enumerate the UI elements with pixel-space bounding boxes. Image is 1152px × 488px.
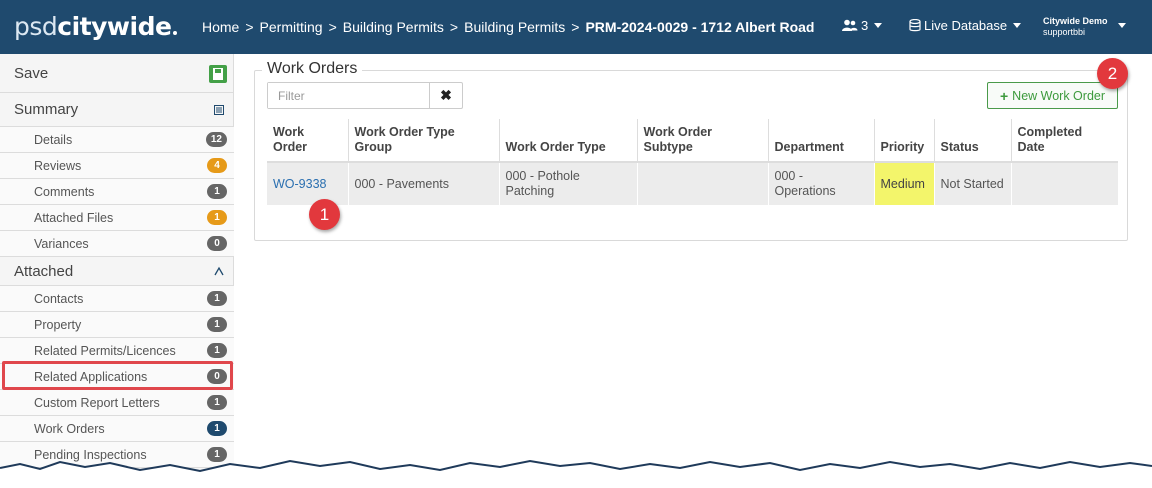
users-icon <box>842 19 858 31</box>
database-dropdown[interactable]: Live Database <box>909 18 1022 33</box>
table-cell: 000 - Pothole Patching <box>498 162 637 205</box>
attached-label: Attached <box>14 262 74 280</box>
new-work-order-button[interactable]: + New Work Order <box>987 82 1118 109</box>
column-header[interactable]: Work Order Type <box>498 119 637 163</box>
breadcrumb-separator: > <box>571 19 580 35</box>
save-icon <box>209 65 227 83</box>
breadcrumb-separator: > <box>328 19 337 35</box>
sidebar-item-label: Custom Report Letters <box>34 395 160 410</box>
sidebar-item-attached-files[interactable]: Attached Files 1 <box>0 205 234 231</box>
sidebar: Save Summary Details 12 Reviews 4 Commen… <box>0 54 234 488</box>
table-row[interactable]: WO-9338 000 - Pavements 000 - Pothole Pa… <box>267 162 1118 205</box>
count-badge: 1 <box>207 184 227 199</box>
logo-text-bold: citywide <box>57 12 172 41</box>
user-login: supportbbi <box>1043 27 1086 37</box>
work-order-link[interactable]: WO-9338 <box>267 162 348 205</box>
sidebar-item-label: Work Orders <box>34 421 105 436</box>
sidebar-item-label: Contacts <box>34 291 84 306</box>
callout-badge: 2 <box>1097 58 1128 89</box>
table-cell <box>636 162 768 205</box>
database-icon <box>909 19 921 32</box>
column-header[interactable]: Priority <box>873 119 934 163</box>
breadcrumb-separator: > <box>449 19 459 35</box>
count-badge: 1 <box>207 291 227 306</box>
work-orders-table: Work Order Work Order Type Group Work Or… <box>267 119 1118 205</box>
count-badge: 1 <box>207 421 227 436</box>
column-header[interactable]: Work Order Type Group <box>347 119 499 163</box>
table-cell: 000 - Pavements <box>347 162 499 205</box>
sidebar-item-contacts[interactable]: Contacts 1 <box>0 286 234 312</box>
sidebar-item-label: Reviews <box>34 158 82 173</box>
table-cell: 000 - Operations <box>767 162 874 205</box>
section-title: Work Orders <box>262 60 363 78</box>
clear-filter-icon[interactable]: ✖ <box>430 83 462 108</box>
count-badge: 1 <box>207 395 227 410</box>
users-count: 3 <box>861 18 869 33</box>
column-header[interactable]: Department <box>767 119 874 163</box>
psd-citywide-logo[interactable]: psd citywide <box>14 12 178 42</box>
logo-text-light: psd <box>14 12 58 41</box>
count-badge: 0 <box>207 236 227 251</box>
chevron-down-icon[interactable] <box>1118 23 1126 28</box>
user-name: Citywide Demo <box>1043 16 1108 26</box>
sidebar-item-label: Attached Files <box>34 210 114 225</box>
sidebar-item-reviews[interactable]: Reviews 4 <box>0 153 234 179</box>
breadcrumb-building-permits-2[interactable]: Building Permits <box>464 19 565 35</box>
sidebar-item-label: Details <box>34 132 73 147</box>
users-dropdown[interactable]: 3 <box>842 18 883 33</box>
save-button[interactable]: Save <box>0 54 234 93</box>
count-badge: 1 <box>207 317 227 332</box>
priority-cell: Medium <box>873 162 934 205</box>
filter-input[interactable] <box>268 83 430 108</box>
breadcrumb-separator: > <box>245 19 254 35</box>
sidebar-item-details[interactable]: Details 12 <box>0 127 234 153</box>
count-badge: 1 <box>207 343 227 358</box>
table-header-row: Work Order Work Order Type Group Work Or… <box>267 119 1118 163</box>
summary-section-header[interactable]: Summary <box>0 93 234 127</box>
breadcrumb: Home > Permitting > Building Permits > B… <box>202 19 820 35</box>
chevron-down-icon <box>874 23 883 28</box>
filter-group: ✖ <box>267 82 463 109</box>
sidebar-item-property[interactable]: Property 1 <box>0 312 234 338</box>
summary-label: Summary <box>14 101 79 118</box>
breadcrumb-home[interactable]: Home <box>202 19 239 35</box>
torn-edge-decoration <box>0 459 1152 488</box>
database-label: Live Database <box>924 18 1008 33</box>
callout-badge: 1 <box>309 199 340 230</box>
sidebar-item-label: Property <box>34 317 82 332</box>
breadcrumb-building-permits[interactable]: Building Permits <box>343 19 444 35</box>
sidebar-item-work-orders[interactable]: Work Orders 1 <box>0 416 234 442</box>
count-badge: 12 <box>205 132 227 147</box>
sidebar-item-label: Related Permits/Licences <box>34 343 176 358</box>
sidebar-item-custom-report-letters[interactable]: Custom Report Letters 1 <box>0 390 234 416</box>
top-navigation-bar: psd citywide Home > Permitting > Building… <box>0 0 1152 54</box>
work-orders-highlight-box <box>2 361 233 390</box>
column-header[interactable]: Completed Date <box>1010 119 1118 163</box>
column-header[interactable]: Status <box>933 119 1011 163</box>
attached-section-header[interactable]: Attached <box>0 257 234 286</box>
sidebar-item-label: Variances <box>34 236 89 251</box>
plus-icon: + <box>999 87 1009 104</box>
table-cell <box>1010 162 1118 205</box>
logo-dot <box>173 31 178 35</box>
hierarchy-icon <box>214 266 224 276</box>
sidebar-item-variances[interactable]: Variances 0 <box>0 231 234 257</box>
count-badge: 4 <box>207 158 227 173</box>
breadcrumb-permitting[interactable]: Permitting <box>260 19 323 35</box>
status-cell: Not Started <box>933 162 1011 205</box>
user-menu[interactable]: Citywide Demo supportbbi <box>1043 16 1108 38</box>
breadcrumb-current: PRM-2024-0029 - 1712 Albert Road <box>585 19 815 35</box>
sidebar-item-label: Comments <box>34 184 95 199</box>
column-header[interactable]: Work Order Subtype <box>636 119 768 163</box>
list-icon <box>214 104 224 115</box>
chevron-down-icon <box>1013 23 1022 28</box>
column-header[interactable]: Work Order <box>267 119 348 163</box>
save-label: Save <box>14 64 49 82</box>
new-work-order-label: New Work Order <box>1012 88 1106 103</box>
count-badge: 1 <box>207 210 227 225</box>
sidebar-item-comments[interactable]: Comments 1 <box>0 179 234 205</box>
